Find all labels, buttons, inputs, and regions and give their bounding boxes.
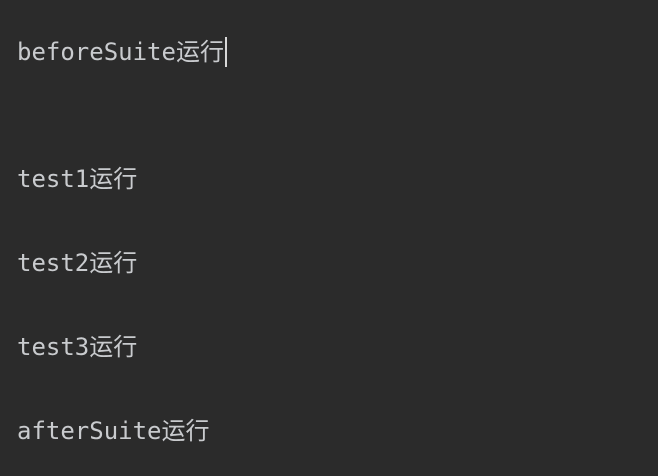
text-cursor [224, 37, 227, 67]
console-output[interactable]: beforeSuite运行 test1运行 test2运行 test3运行 af… [0, 0, 658, 476]
console-line-text: test1运行 [17, 165, 138, 193]
console-line: test2运行 [17, 248, 137, 278]
console-line: beforeSuite运行 [17, 37, 227, 67]
console-line-text: test3运行 [17, 333, 138, 361]
console-line-text: test2运行 [17, 249, 138, 277]
console-line: test1运行 [17, 164, 137, 194]
console-line-text: beforeSuite运行 [17, 38, 224, 66]
console-line: afterSuite运行 [17, 416, 210, 446]
console-line: test3运行 [17, 332, 137, 362]
console-line-text: afterSuite运行 [17, 417, 210, 445]
